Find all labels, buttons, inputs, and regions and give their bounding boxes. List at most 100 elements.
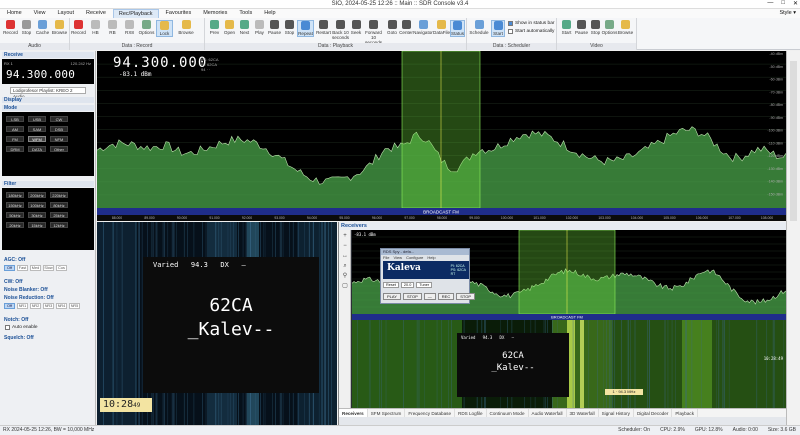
- spectrum-frequency[interactable]: 94.300.000: [113, 55, 207, 71]
- spectrum-plot[interactable]: BROADCAST FM -40 dBm -50 dBm -60 dBm -70 dBm…: [97, 51, 786, 221]
- scheduler-start-button[interactable]: Start: [491, 20, 505, 37]
- vfo-frequency-display[interactable]: RX 1 120.242 Hz 94.300.000: [2, 59, 94, 84]
- filter-100k[interactable]: 100kHz: [28, 202, 46, 208]
- schedule-button[interactable]: Schedule: [469, 20, 489, 35]
- agc-label[interactable]: AGC: Off: [4, 257, 25, 263]
- video-options-button[interactable]: Options: [601, 20, 618, 35]
- menu-tools[interactable]: Tools: [234, 9, 257, 18]
- tab-rds-logfile[interactable]: RDS Logfile: [455, 409, 487, 417]
- mode-other[interactable]: Other: [50, 146, 68, 152]
- mode-wfm[interactable]: WFM: [28, 136, 46, 142]
- goto-button[interactable]: Goto: [385, 20, 399, 35]
- rds-spy-tuner-button[interactable]: Tuner: [416, 282, 433, 288]
- tab-3d-waterfall[interactable]: 3D Waterfall: [567, 409, 599, 417]
- rds-spy-stop-button[interactable]: STOP: [402, 293, 422, 300]
- zoom-in-icon[interactable]: +: [341, 233, 349, 240]
- mode-sam[interactable]: SAM: [28, 126, 46, 132]
- maximize-icon[interactable]: □: [781, 0, 785, 7]
- agc-custom[interactable]: Cus: [56, 265, 67, 271]
- display-section-title[interactable]: Display: [2, 97, 94, 103]
- menu-view[interactable]: View: [29, 9, 51, 18]
- filter-section-title[interactable]: Filter: [2, 181, 94, 187]
- mode-fm[interactable]: FM: [6, 136, 24, 142]
- stop-button[interactable]: Stop: [281, 20, 298, 35]
- zoom-out-icon[interactable]: −: [341, 243, 349, 250]
- fit-icon[interactable]: ▢: [341, 283, 349, 290]
- pan-icon[interactable]: ↔: [341, 253, 349, 260]
- menu-memories[interactable]: Memories: [198, 9, 232, 18]
- filter-220k[interactable]: 220kHz: [50, 192, 68, 198]
- squelch-label[interactable]: Squelch: Off: [4, 335, 34, 341]
- navigator-button[interactable]: Navigator: [413, 20, 433, 35]
- rds-spy-menu-view[interactable]: View: [393, 255, 402, 260]
- audio-record-button[interactable]: Record: [2, 20, 19, 35]
- filter-12k[interactable]: 12kHz: [50, 222, 68, 228]
- style-menu[interactable]: Style ▾: [779, 10, 796, 16]
- center-button[interactable]: Center: [399, 20, 413, 35]
- cw-label[interactable]: CW: Off: [4, 279, 23, 285]
- rds-spy-window[interactable]: RDS Spy - defa... File View Configure He…: [380, 248, 476, 304]
- menu-receive[interactable]: Receive: [81, 9, 111, 18]
- start-automatically-checkbox[interactable]: Start automatically: [508, 29, 554, 34]
- tab-receivers[interactable]: Receivers: [339, 409, 368, 417]
- nr-off[interactable]: Off: [4, 303, 15, 309]
- tab-signal-history[interactable]: Signal History: [599, 409, 634, 417]
- data-options-button[interactable]: Options: [138, 20, 155, 35]
- data-record-button[interactable]: Record: [70, 20, 87, 35]
- receive-section-title[interactable]: Receive: [2, 52, 94, 58]
- rds-spy-level-field[interactable]: 20.0: [400, 282, 415, 288]
- rds-spy-menu-help[interactable]: Help: [427, 255, 435, 260]
- rds-spy-reset-button[interactable]: Reset: [383, 282, 399, 288]
- data-browse-button[interactable]: Browse: [174, 20, 198, 35]
- search-icon[interactable]: ⌕: [341, 263, 349, 270]
- menu-favourites[interactable]: Favourites: [161, 9, 197, 18]
- nr-1[interactable]: NR1: [17, 303, 28, 309]
- tab-digital-decoder[interactable]: Digital Decoder: [634, 409, 673, 417]
- tab-sfm-spectrum[interactable]: SFM Spectrum: [368, 409, 406, 417]
- filter-20k[interactable]: 20kHz: [6, 222, 24, 228]
- data-lock-button[interactable]: Lock: [156, 20, 173, 37]
- tab-audio-waterfall[interactable]: Audio Waterfall: [529, 409, 567, 417]
- nr-5[interactable]: NR5: [69, 303, 80, 309]
- status-button[interactable]: Status: [450, 20, 465, 37]
- audio-cache-button[interactable]: Cache: [34, 20, 51, 35]
- rds-spy-menu-configure[interactable]: Configure: [406, 255, 423, 260]
- main-spectrum[interactable]: BROADCAST FM -40 dBm -50 dBm -60 dBm -70 dBm…: [97, 51, 786, 221]
- menu-home[interactable]: Home: [2, 9, 27, 18]
- rds-spy-stop2-button[interactable]: STOP: [456, 293, 476, 300]
- mode-data[interactable]: DATA: [28, 146, 46, 152]
- mode-drm[interactable]: DRM: [6, 146, 24, 152]
- tab-playback[interactable]: Playback: [672, 409, 698, 417]
- close-icon[interactable]: ✕: [793, 0, 798, 7]
- filter-200k[interactable]: 200kHz: [28, 192, 46, 198]
- auto-enable-checkbox[interactable]: Auto enable: [5, 325, 38, 330]
- filter-15k[interactable]: 15kHz: [28, 222, 46, 228]
- filter-180k[interactable]: 180kHz: [6, 192, 24, 198]
- forward-10-button[interactable]: Forward 10 seconds: [363, 20, 384, 45]
- data-rx8-button[interactable]: RX8: [121, 20, 138, 35]
- menu-layout[interactable]: Layout: [53, 9, 80, 18]
- notch-label[interactable]: Notch: Off: [4, 317, 28, 323]
- audio-browse-button[interactable]: Browse: [51, 20, 68, 35]
- magnify-icon[interactable]: ⚲: [341, 273, 349, 280]
- rds-spy-menu-file[interactable]: File: [383, 255, 389, 260]
- agc-med[interactable]: Med: [30, 265, 41, 271]
- video-browse-button[interactable]: Browse: [617, 20, 634, 35]
- seek-button[interactable]: Seek: [349, 20, 363, 35]
- main-waterfall[interactable]: Varied 94.3 DX – 62CA _Kalev-- 10:2849: [97, 222, 337, 425]
- agc-slow[interactable]: Slow: [43, 265, 54, 271]
- repeat-button[interactable]: Repeat: [297, 20, 314, 37]
- tab-frequency-database[interactable]: Frequency Database: [405, 409, 456, 417]
- level-slider[interactable]: [790, 61, 797, 221]
- mode-section-title[interactable]: Mode: [2, 105, 94, 111]
- audio-stop-button[interactable]: Stop: [18, 20, 35, 35]
- filter-150k[interactable]: 150kHz: [6, 202, 24, 208]
- datafile-button[interactable]: DataFile: [433, 20, 450, 35]
- receiver-waterfall[interactable]: Varied 94.3 DX – 62CA _Kalev-- 1 · 94.3 …: [352, 320, 787, 408]
- data-hb-button[interactable]: HB: [87, 20, 104, 35]
- mode-lsb[interactable]: LSB: [6, 116, 24, 122]
- menu-help[interactable]: Help: [259, 9, 280, 18]
- noise-blanker-label[interactable]: Noise Blanker: Off: [4, 287, 48, 293]
- nr-2[interactable]: NR2: [30, 303, 41, 309]
- mode-cw[interactable]: CW: [50, 116, 68, 122]
